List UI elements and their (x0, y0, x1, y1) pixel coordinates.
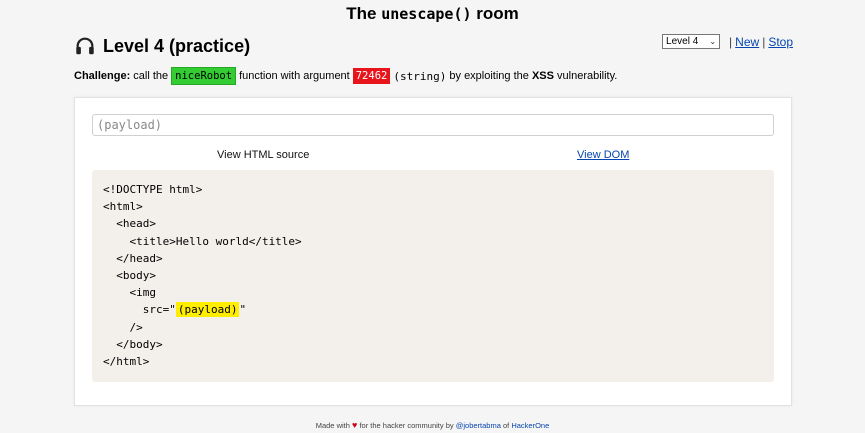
code-line: </html> (103, 354, 150, 368)
challenge-text-1: call the (133, 70, 169, 82)
challenge-text-2: function with argument (239, 70, 350, 82)
code-line: <img (103, 286, 156, 300)
title-suffix: room (471, 4, 519, 23)
stop-link[interactable]: Stop (768, 35, 793, 49)
argument-tag: 72462 (352, 68, 391, 84)
code-line: <head> (103, 217, 156, 231)
footer-made-with: Made with (315, 421, 350, 430)
code-line: <body> (103, 268, 156, 282)
src-close: " (239, 303, 247, 317)
code-line: /> (103, 320, 143, 334)
page-title: The unescape() room (0, 4, 865, 24)
separator: | (762, 34, 766, 49)
main-card: View HTML source View DOM <!DOCTYPE html… (74, 97, 792, 406)
challenge-text-4: vulnerability. (557, 70, 618, 82)
code-line: <html> (103, 200, 143, 214)
argument-type: (string) (393, 69, 447, 83)
function-name-tag: niceRobot (171, 67, 237, 85)
footer: Made with ♥ for the hacker community by … (0, 420, 865, 430)
payload-input[interactable] (92, 114, 774, 136)
code-line: <!DOCTYPE html> (103, 183, 203, 196)
level-controls: Level 4 ⌄ | New | Stop (662, 34, 793, 49)
challenge-label: Challenge: (74, 70, 131, 82)
html-source-panel: <!DOCTYPE html> <html> <head> <title>Hel… (92, 170, 774, 382)
tab-html-source[interactable]: View HTML source (217, 149, 309, 161)
chevron-down-icon: ⌄ (709, 37, 717, 46)
new-link[interactable]: New (735, 35, 759, 49)
footer-of: of (502, 421, 510, 430)
separator: | (729, 34, 733, 49)
code-line: <title>Hello world</title> (103, 234, 302, 248)
footer-for-text: for the hacker community by (359, 421, 454, 430)
src-attr: src=" (103, 303, 176, 317)
heart-icon: ♥ (352, 420, 358, 430)
vuln-name: XSS (531, 70, 554, 82)
tab-view-dom[interactable]: View DOM (577, 149, 629, 161)
title-code: unescape() (381, 5, 472, 23)
code-line-src: src=" (payload) " (92, 301, 774, 318)
author-link[interactable]: @jobertabma (456, 421, 501, 430)
level-select-value: Level 4 (666, 36, 699, 47)
code-line: </body> (103, 337, 163, 351)
company-link[interactable]: HackerOne (511, 421, 549, 430)
headphones-icon (74, 35, 96, 57)
level-title: Level 4 (practice) (103, 35, 251, 56)
level-select[interactable]: Level 4 ⌄ (662, 34, 721, 49)
challenge-text-3: by exploiting the (449, 70, 529, 82)
title-prefix: The (346, 4, 382, 23)
code-line: </head> (103, 251, 163, 265)
challenge-text: Challenge: call the niceRobot function w… (74, 67, 617, 85)
level-heading: Level 4 (practice) (74, 35, 250, 57)
payload-highlight: (payload) (175, 302, 240, 318)
